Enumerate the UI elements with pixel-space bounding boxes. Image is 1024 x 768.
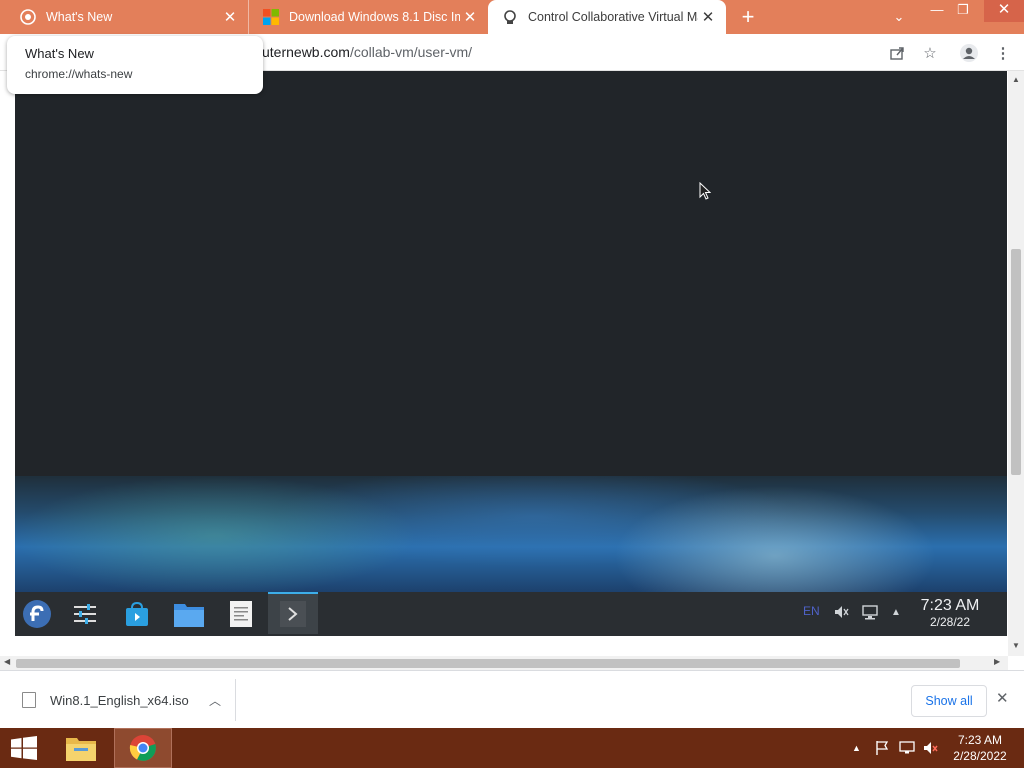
more-menu-icon[interactable]: ⋮ bbox=[992, 42, 1014, 64]
mouse-cursor-icon bbox=[699, 181, 712, 205]
bookmark-star-icon[interactable]: ☆ bbox=[919, 42, 941, 64]
vm-clock-date: 2/28/22 bbox=[929, 615, 971, 629]
vm-clock[interactable]: 7:23 AM 2/28/22 bbox=[915, 597, 985, 629]
terminal-icon[interactable] bbox=[268, 592, 318, 634]
close-icon[interactable]: ✕ bbox=[996, 689, 1009, 707]
network-icon[interactable] bbox=[898, 740, 916, 759]
show-all-button[interactable]: Show all bbox=[911, 685, 987, 717]
page-content: EN ▲ 7:23 AM 2/28/22 ▲ ▼ bbox=[0, 71, 1024, 656]
download-file-name: Win8.1_English_x64.iso bbox=[50, 692, 189, 708]
vm-screen[interactable]: EN ▲ 7:23 AM 2/28/22 bbox=[15, 71, 1007, 636]
chevron-down-icon[interactable]: ⌄ bbox=[888, 6, 910, 28]
close-icon[interactable]: ✕ bbox=[698, 8, 718, 26]
show-hidden-icons-icon[interactable]: ▲ bbox=[852, 743, 861, 753]
text-editor-icon[interactable] bbox=[225, 598, 257, 630]
tab-title: Download Windows 8.1 Disc Ima bbox=[289, 10, 460, 24]
tab-collabvm[interactable]: Control Collaborative Virtual Ma ✕ bbox=[488, 0, 726, 34]
new-tab-button[interactable]: + bbox=[736, 4, 760, 30]
volume-muted-icon[interactable] bbox=[833, 604, 849, 623]
close-icon[interactable]: ✕ bbox=[220, 8, 240, 26]
hover-card-url: chrome://whats-new bbox=[25, 67, 133, 81]
tab-title: What's New bbox=[46, 10, 113, 24]
vm-taskbar: EN ▲ 7:23 AM 2/28/22 bbox=[15, 592, 1007, 636]
profile-icon[interactable] bbox=[958, 42, 980, 64]
window-close-icon[interactable]: ✕ bbox=[984, 0, 1024, 22]
windows-clock[interactable]: 7:23 AM 2/28/2022 bbox=[946, 732, 1014, 764]
restore-icon[interactable]: ❐ bbox=[948, 0, 978, 22]
keyboard-layout-indicator[interactable]: EN bbox=[803, 604, 820, 618]
close-icon[interactable]: ✕ bbox=[460, 8, 480, 26]
windows-start-icon[interactable] bbox=[0, 728, 48, 768]
windows-clock-date: 2/28/2022 bbox=[953, 749, 1007, 763]
windows-clock-time: 7:23 AM bbox=[957, 733, 1003, 747]
show-hidden-icons-icon[interactable]: ▲ bbox=[891, 607, 901, 618]
download-item[interactable]: Win8.1_English_x64.iso ︿ bbox=[10, 679, 236, 721]
tab-title: Control Collaborative Virtual Ma bbox=[528, 10, 698, 24]
screen: What's New ✕ Download Windows 8.1 Disc I… bbox=[0, 0, 1024, 768]
network-icon[interactable] bbox=[861, 604, 879, 623]
address-bar[interactable]: uternewb.com/collab-vm/user-vm/ bbox=[262, 44, 472, 60]
url-host: uternewb.com bbox=[262, 44, 350, 60]
share-icon[interactable] bbox=[886, 42, 908, 64]
action-center-flag-icon[interactable] bbox=[874, 740, 890, 759]
collabvm-icon bbox=[502, 9, 518, 25]
fedora-icon[interactable] bbox=[21, 598, 53, 630]
vm-wallpaper bbox=[15, 476, 1007, 594]
tab-strip: What's New ✕ Download Windows 8.1 Disc I… bbox=[0, 0, 1024, 34]
files-icon[interactable] bbox=[173, 598, 205, 630]
microsoft-icon bbox=[263, 9, 279, 25]
url-path: /collab-vm/user-vm/ bbox=[349, 44, 473, 60]
download-shelf: Win8.1_English_x64.iso ︿ Show all ✕ bbox=[0, 670, 1024, 728]
settings-icon[interactable] bbox=[69, 598, 101, 630]
tab-whats-new[interactable]: What's New ✕ bbox=[6, 0, 248, 34]
tab-hover-card: What's New chrome://whats-new bbox=[7, 36, 263, 94]
file-icon bbox=[22, 692, 36, 708]
vm-clock-time: 7:23 AM bbox=[920, 597, 980, 614]
horizontal-scrollbar[interactable]: ◀ ▶ bbox=[0, 656, 1008, 670]
volume-muted-icon[interactable] bbox=[922, 740, 938, 759]
scroll-down-icon[interactable]: ▼ bbox=[1012, 641, 1020, 650]
scroll-left-icon[interactable]: ◀ bbox=[4, 657, 10, 666]
vertical-scrollbar[interactable]: ▲ ▼ bbox=[1008, 71, 1024, 656]
scroll-up-icon[interactable]: ▲ bbox=[1012, 75, 1020, 84]
scrollbar-thumb[interactable] bbox=[1011, 249, 1021, 475]
file-explorer-icon[interactable] bbox=[52, 728, 110, 768]
scroll-right-icon[interactable]: ▶ bbox=[994, 657, 1000, 666]
store-icon[interactable] bbox=[121, 598, 153, 630]
chevron-up-icon[interactable]: ︿ bbox=[209, 692, 221, 709]
tab-download-windows[interactable]: Download Windows 8.1 Disc Ima ✕ bbox=[248, 0, 488, 34]
chrome-icon bbox=[20, 9, 36, 25]
chrome-icon[interactable] bbox=[114, 728, 172, 768]
scrollbar-thumb[interactable] bbox=[16, 659, 960, 668]
hover-card-title: What's New bbox=[25, 46, 94, 61]
windows-taskbar: ▲ 7:23 AM 2/28/2022 bbox=[0, 728, 1024, 768]
